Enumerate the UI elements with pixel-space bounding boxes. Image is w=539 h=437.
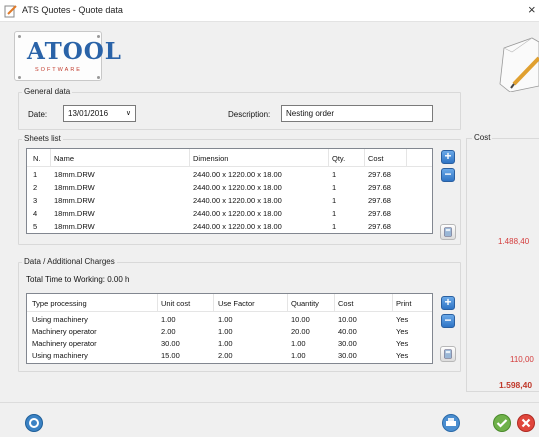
date-label: Date: bbox=[28, 110, 48, 119]
sheets-cell: 297.68 bbox=[368, 170, 391, 179]
charges-cell: 20.00 bbox=[291, 327, 310, 336]
description-label: Description: bbox=[228, 110, 271, 119]
charges-cell: 1.00 bbox=[218, 315, 233, 324]
sheets-cell: 18mm.DRW bbox=[54, 222, 95, 231]
charges-cell: Yes bbox=[396, 351, 409, 360]
charges-cell: Machinery operator bbox=[32, 339, 97, 348]
total-time-text: Total Time to Working: 0.00 h bbox=[26, 275, 130, 284]
sheets-header-cell: Dimension bbox=[193, 154, 229, 163]
note-pencil-icon bbox=[499, 37, 539, 92]
calculator-icon[interactable] bbox=[440, 346, 456, 362]
sheets-cell: 1 bbox=[332, 222, 337, 231]
charges-header-cell: Quantity bbox=[291, 299, 319, 308]
charges-header-cell: Print bbox=[396, 299, 412, 308]
grand-cost-total: 1.598,40 bbox=[499, 380, 533, 390]
charges-cell: 40.00 bbox=[338, 327, 357, 336]
charges-cell: 2.00 bbox=[161, 327, 176, 336]
charges-cell: Using machinery bbox=[32, 351, 88, 360]
calculator-icon[interactable] bbox=[440, 224, 456, 240]
sheets-cell: 2440.00 x 1220.00 x 18.00 bbox=[193, 209, 282, 218]
charges-header-cell: Cost bbox=[338, 299, 354, 308]
sheets-cell: 1 bbox=[332, 183, 337, 192]
sheets-cell: 2440.00 x 1220.00 x 18.00 bbox=[193, 222, 282, 231]
sheets-cell: 297.68 bbox=[368, 196, 391, 205]
sheets-cell: 1 bbox=[332, 196, 337, 205]
logo-word: ATOOL bbox=[27, 38, 122, 65]
sheets-cell: 18mm.DRW bbox=[54, 170, 95, 179]
cost-label: Cost bbox=[472, 133, 493, 142]
charges-cell: Yes bbox=[396, 339, 409, 348]
sheets-cell: 2440.00 x 1220.00 x 18.00 bbox=[193, 196, 282, 205]
title-bar: ATS Quotes - Quote data × bbox=[0, 0, 539, 22]
charges-cell: 30.00 bbox=[338, 339, 357, 348]
charges-cell: Yes bbox=[396, 327, 409, 336]
sheets-header-cell: Cost bbox=[368, 154, 384, 163]
charges-cell: 30.00 bbox=[161, 339, 180, 348]
sheets-list-label: Sheets list bbox=[22, 134, 63, 143]
sheets-cell: 2 bbox=[33, 183, 38, 192]
charges-cell: 2.00 bbox=[218, 351, 233, 360]
back-icon[interactable] bbox=[24, 413, 44, 433]
logo-subtitle: SOFTWARE bbox=[35, 67, 82, 73]
charges-cell: 10.00 bbox=[291, 315, 310, 324]
charges-header-cell: Use Factor bbox=[218, 299, 255, 308]
cost-panel bbox=[466, 138, 539, 392]
sheets-cell: 5 bbox=[33, 222, 38, 231]
charges-label: Data / Additional Charges bbox=[22, 257, 117, 266]
sheets-cell: 18mm.DRW bbox=[54, 196, 95, 205]
charges-cell: 1.00 bbox=[218, 327, 233, 336]
cancel-icon[interactable] bbox=[516, 413, 536, 433]
sheets-cell: 297.68 bbox=[368, 209, 391, 218]
charges-cell: 10.00 bbox=[338, 315, 357, 324]
sheets-header-cell: Name bbox=[54, 154, 75, 163]
charges-cell: Machinery operator bbox=[32, 327, 97, 336]
sheets-cell: 3 bbox=[33, 196, 38, 205]
general-data-label: General data bbox=[22, 87, 73, 96]
charges-cell: 1.00 bbox=[161, 315, 176, 324]
add-charge-button[interactable]: + bbox=[441, 296, 455, 310]
date-picker[interactable]: 13/01/2016 ∨ bbox=[63, 105, 136, 122]
sheets-cell: 18mm.DRW bbox=[54, 209, 95, 218]
sheets-cell: 1 bbox=[33, 170, 38, 179]
charges-cell: 1.00 bbox=[291, 351, 306, 360]
print-icon[interactable] bbox=[441, 413, 461, 433]
date-value: 13/01/2016 bbox=[68, 109, 109, 118]
sheets-cell: 2440.00 x 1220.00 x 18.00 bbox=[193, 170, 282, 179]
sheets-cell: 2440.00 x 1220.00 x 18.00 bbox=[193, 183, 282, 192]
description-input[interactable]: Nesting order bbox=[281, 105, 433, 122]
charges-cell: 30.00 bbox=[338, 351, 357, 360]
remove-sheet-button[interactable]: − bbox=[441, 168, 455, 182]
charges-cell: 1.00 bbox=[291, 339, 306, 348]
sheets-cell: 18mm.DRW bbox=[54, 183, 95, 192]
sheets-cell: 297.68 bbox=[368, 183, 391, 192]
remove-charge-button[interactable]: − bbox=[441, 314, 455, 328]
charges-cell: Using machinery bbox=[32, 315, 88, 324]
chevron-down-icon: ∨ bbox=[125, 110, 131, 117]
add-sheet-button[interactable]: + bbox=[441, 150, 455, 164]
sheets-cost-total: 1.488,40 bbox=[498, 237, 530, 246]
charges-header-cell: Type processing bbox=[32, 299, 87, 308]
sheets-header-cell: N. bbox=[33, 154, 41, 163]
window-title: ATS Quotes - Quote data bbox=[22, 5, 123, 15]
charges-cell: 15.00 bbox=[161, 351, 180, 360]
sheets-header-cell: Qty. bbox=[332, 154, 346, 163]
sheets-cell: 1 bbox=[332, 170, 337, 179]
company-logo: ATOOL SOFTWARE bbox=[14, 31, 121, 81]
check-icon[interactable] bbox=[492, 413, 512, 433]
charges-cost-total: 110,00 bbox=[510, 355, 534, 364]
description-value: Nesting order bbox=[286, 109, 335, 118]
sheets-cell: 297.68 bbox=[368, 222, 391, 231]
sheets-cell: 4 bbox=[33, 209, 38, 218]
charges-cell: 1.00 bbox=[218, 339, 233, 348]
close-button[interactable]: × bbox=[528, 2, 536, 17]
app-icon bbox=[4, 5, 17, 18]
footer-divider bbox=[0, 402, 539, 403]
charges-header-cell: Unit cost bbox=[161, 299, 191, 308]
sheets-cell: 1 bbox=[332, 209, 337, 218]
charges-cell: Yes bbox=[396, 315, 409, 324]
